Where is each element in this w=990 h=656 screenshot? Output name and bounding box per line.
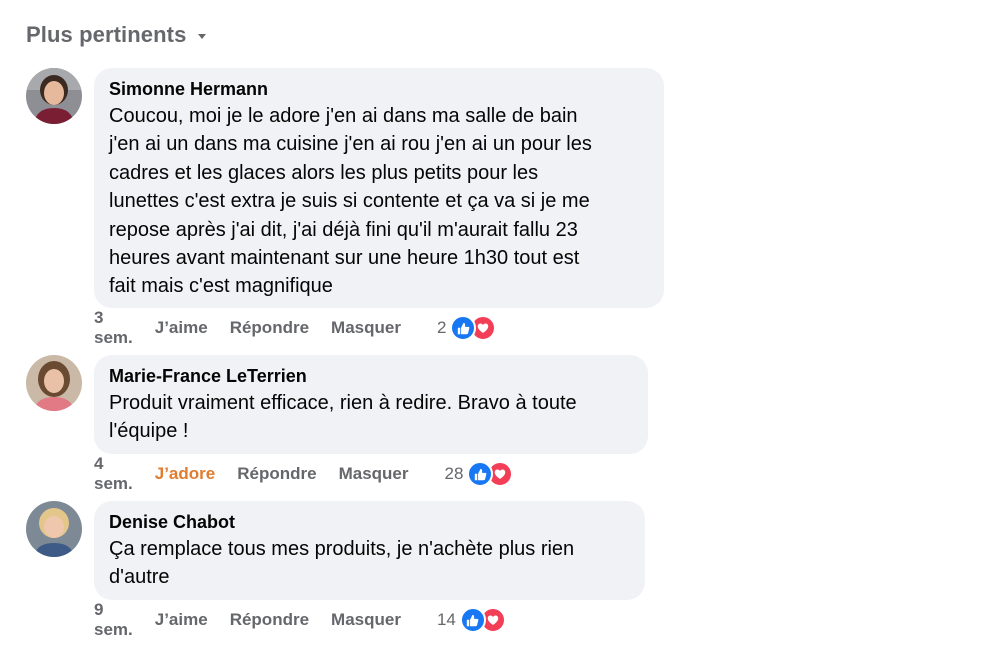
comment-actions: 3 sem. J’aime Répondre Masquer 2 [94,308,497,347]
reactions-summary[interactable]: 28 [445,461,514,487]
comment-text: Ça remplace tous mes produits, je n'achè… [109,538,575,589]
reply-button[interactable]: Répondre [230,610,309,630]
hide-button[interactable]: Masquer [331,318,401,338]
comment-author[interactable]: Simonne Hermann [109,78,649,100]
comment-bubble: Marie-France LeTerrien Produit vraiment … [94,355,648,454]
sort-label: Plus pertinents [26,22,187,47]
comment-author[interactable]: Denise Chabot [109,511,630,533]
reaction-count: 2 [436,318,447,337]
hide-button[interactable]: Masquer [339,464,409,484]
like-icon [467,461,494,487]
comment-actions: 9 sem. J’aime Répondre Masquer 14 [94,600,506,639]
comment-timestamp[interactable]: 9 sem. [94,600,133,640]
reaction-count: 28 [444,464,464,483]
avatar[interactable] [26,501,82,557]
caret-down-icon [198,34,207,39]
love-reaction-button[interactable]: J’adore [155,464,215,484]
comment-timestamp[interactable]: 4 sem. [94,454,133,494]
comment-actions: 4 sem. J’adore Répondre Masquer 28 [94,454,514,493]
like-icon [459,607,486,633]
reactions-summary[interactable]: 2 [436,315,497,341]
avatar[interactable] [26,68,82,124]
comment-timestamp[interactable]: 3 sem. [94,308,133,348]
like-icon [450,315,477,341]
reply-button[interactable]: Répondre [237,464,316,484]
comment-text: Coucou, moi je le adore j'en ai dans ma … [109,105,592,298]
reaction-count: 14 [436,610,456,629]
like-button[interactable]: J’aime [155,318,208,338]
sort-dropdown[interactable]: Plus pertinents [26,22,207,48]
comment-text: Produit vraiment efficace, rien à redire… [109,392,577,443]
like-button[interactable]: J’aime [155,610,208,630]
avatar[interactable] [26,355,82,411]
comment-bubble: Denise Chabot Ça remplace tous mes produ… [94,501,645,600]
comment-author[interactable]: Marie-France LeTerrien [109,365,633,387]
hide-button[interactable]: Masquer [331,610,401,630]
reactions-summary[interactable]: 14 [437,607,506,633]
comment-bubble: Simonne Hermann Coucou, moi je le adore … [94,68,664,308]
reply-button[interactable]: Répondre [230,318,309,338]
